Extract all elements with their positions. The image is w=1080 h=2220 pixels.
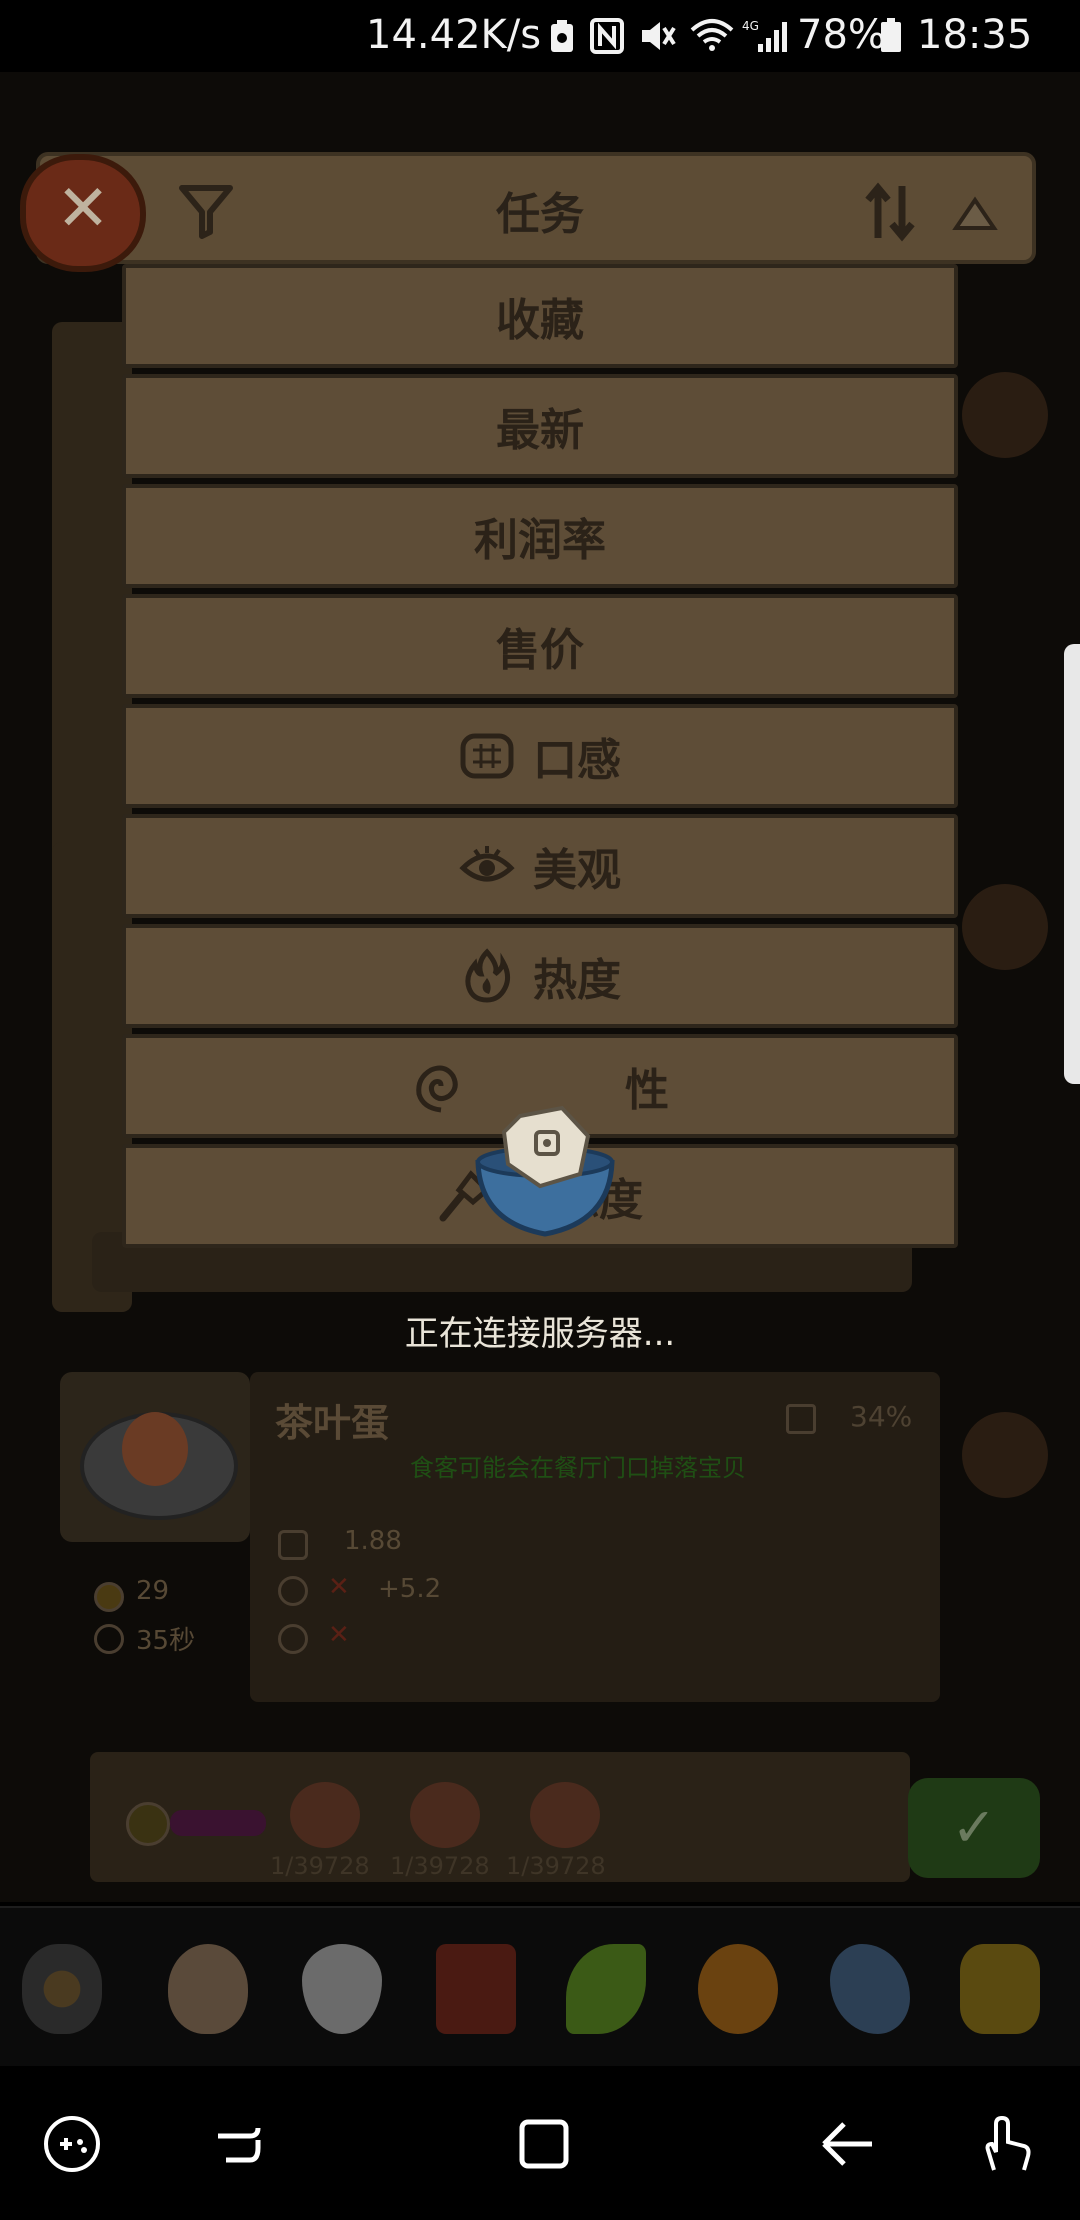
background-card [52, 322, 132, 862]
appearance-bonus: +5.2 [378, 1574, 442, 1604]
reward-icon [290, 1782, 360, 1848]
game-screen: 任务 ✕ 收藏 最新 利润率 售价 口感 美观 热度 性 正在连接服务器... … [0, 72, 1080, 1902]
sort-option-newest[interactable]: 最新 [122, 374, 958, 478]
nfc-icon [590, 18, 624, 58]
menu-item-label: 美观 [533, 845, 621, 896]
wifi-icon [690, 18, 734, 58]
clock: 18:35 [917, 12, 1033, 58]
dish-image-frame [60, 1372, 250, 1542]
reward-count: 1/39728 [390, 1852, 490, 1880]
sort-option-taste[interactable]: 口感 [122, 704, 958, 808]
recent-apps-icon[interactable] [210, 2112, 274, 2176]
orange-icon[interactable] [698, 1944, 778, 2034]
confirm-button[interactable]: ✓ [908, 1778, 1040, 1878]
status-bar: 14.42K/s 4G 78% 18:35 [0, 0, 1080, 72]
progress-bar [170, 1810, 266, 1836]
meat-icon[interactable] [436, 1944, 516, 2034]
dish-tip: 食客可能会在餐厅门口掉落宝贝 [410, 1454, 746, 1482]
reward-count: 1/39728 [506, 1852, 606, 1880]
close-icon: ✕ [56, 172, 110, 246]
heart-icon[interactable] [962, 884, 1048, 970]
reward-count: 1/39728 [270, 1852, 370, 1880]
check-icon: ✓ [951, 1796, 997, 1859]
menu-item-label: 售价 [496, 625, 584, 676]
taste-value: 1.88 [344, 1526, 402, 1556]
coin-icon [94, 1582, 124, 1612]
home-icon[interactable] [512, 2112, 576, 2176]
spatula-icon [786, 1404, 816, 1434]
mastery-percent: 34% [850, 1400, 913, 1433]
taste-icon [278, 1530, 308, 1560]
eye-icon [459, 838, 515, 894]
reward-strip: 1/39728 1/39728 1/39728 [90, 1752, 910, 1882]
menu-item-label: 热度 [533, 955, 621, 1006]
leaf-icon[interactable] [566, 1944, 646, 2034]
battery-percent: 78% [797, 12, 886, 58]
signal-4g-icon: 4G [740, 18, 788, 58]
dish-time: 35秒 [136, 1626, 196, 1656]
flame-icon [459, 948, 515, 1004]
edge-panel-handle[interactable] [1064, 644, 1080, 1084]
reward-icon [410, 1782, 480, 1848]
all-ingredients-icon[interactable] [22, 1944, 102, 2034]
battery-saver-icon [548, 18, 576, 58]
sort-option-profit-rate[interactable]: 利润率 [122, 484, 958, 588]
spiral-icon [411, 1058, 467, 1114]
eye-icon [278, 1576, 308, 1606]
sort-option-appearance[interactable]: 美观 [122, 814, 958, 918]
triangle-up-icon[interactable] [952, 190, 998, 246]
fish-icon[interactable] [830, 1944, 910, 2034]
chef-face-icon [126, 1802, 170, 1846]
back-icon[interactable] [816, 2112, 880, 2176]
svg-text:4G: 4G [742, 19, 759, 33]
battery-icon [880, 18, 902, 58]
taste-icon [459, 728, 515, 784]
grain-icon[interactable] [960, 1944, 1040, 2034]
dish-name: 茶叶蛋 [275, 1401, 390, 1445]
menu-item-label: 最新 [496, 405, 584, 456]
loading-bowl-icon [470, 1102, 620, 1252]
sort-option-price[interactable]: 售价 [122, 594, 958, 698]
menu-item-label: 性 [625, 1065, 669, 1116]
loading-text: 正在连接服务器... [404, 1314, 676, 1354]
close-button[interactable]: ✕ [20, 154, 146, 272]
game-tools-icon[interactable] [40, 2112, 104, 2176]
heart-icon[interactable] [962, 372, 1048, 458]
menu-item-label: 利润率 [474, 515, 606, 566]
navigation-bar [0, 2066, 1080, 2220]
cross-icon: ✕ [328, 1620, 350, 1650]
task-header: 任务 [36, 152, 1036, 264]
menu-item-label: 口感 [533, 735, 621, 786]
network-speed: 14.42K/s [366, 12, 542, 58]
egg-icon[interactable] [168, 1944, 248, 2034]
dish-price: 29 [136, 1576, 170, 1606]
heart-icon[interactable] [962, 1412, 1048, 1498]
clock-icon [94, 1624, 124, 1654]
sort-icon[interactable] [862, 182, 918, 254]
sort-option-favorites[interactable]: 收藏 [122, 264, 958, 368]
ingredient-bar [0, 1906, 1080, 2068]
gesture-icon[interactable] [974, 2112, 1038, 2176]
filter-icon[interactable] [178, 180, 234, 252]
dish-card[interactable]: 茶叶蛋 34% 食客可能会在餐厅门口掉落宝贝 1.88 ✕ +5.2 ✕ 29 … [60, 1362, 940, 1882]
sort-option-popularity[interactable]: 热度 [122, 924, 958, 1028]
reward-icon [530, 1782, 600, 1848]
menu-item-label: 收藏 [496, 295, 584, 346]
mute-icon [638, 18, 678, 58]
flame-icon [278, 1624, 308, 1654]
tea-egg-image [122, 1412, 188, 1486]
cross-icon: ✕ [328, 1572, 350, 1602]
water-drop-icon[interactable] [302, 1944, 382, 2034]
